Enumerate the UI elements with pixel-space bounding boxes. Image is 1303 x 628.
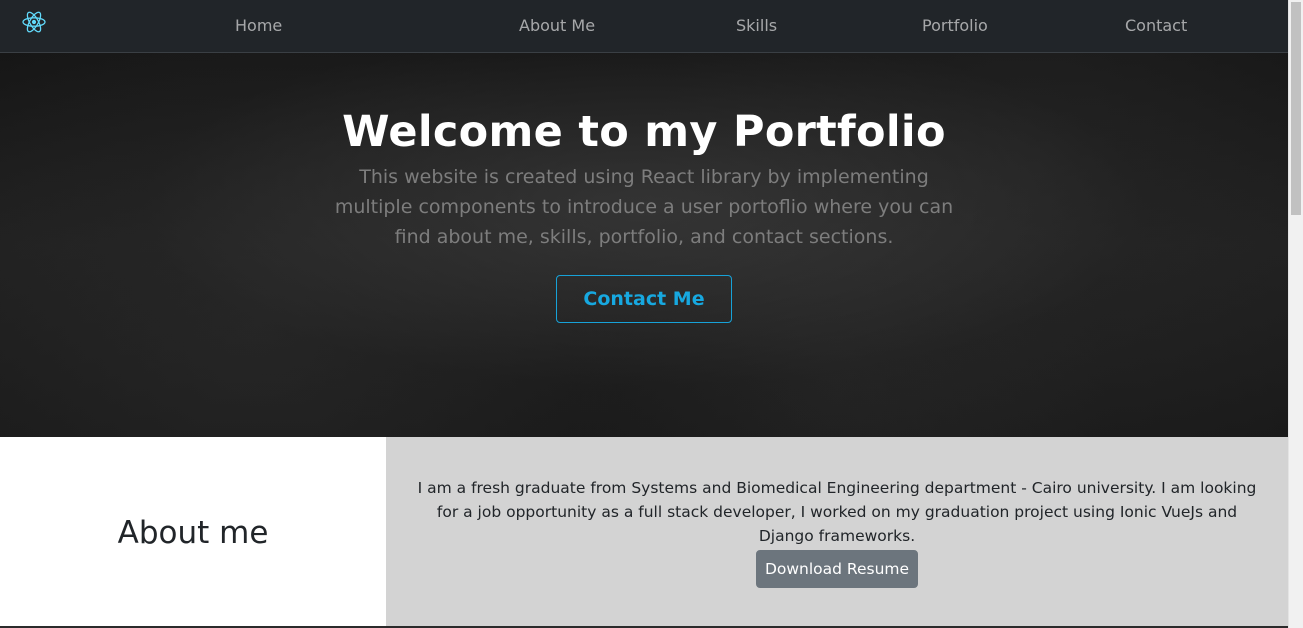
nav-link-skills[interactable]: Skills	[736, 16, 777, 36]
react-atom-icon[interactable]	[20, 8, 48, 36]
vertical-scrollbar[interactable]	[1288, 0, 1303, 628]
hero-description: This website is created using React libr…	[334, 166, 954, 248]
hero-section: Welcome to my Portfolio This website is …	[0, 53, 1288, 437]
about-title: About me	[117, 515, 269, 551]
nav-link-contact[interactable]: Contact	[1125, 16, 1187, 36]
nav-link-about-me[interactable]: About Me	[519, 16, 595, 36]
browser-viewport: Home About Me Skills Portfolio Contact W…	[0, 0, 1303, 628]
hero-title: Welcome to my Portfolio	[342, 107, 946, 157]
about-content-panel: I am a fresh graduate from Systems and B…	[386, 437, 1288, 628]
about-heading-panel: About me	[0, 437, 386, 628]
page-content: Home About Me Skills Portfolio Contact W…	[0, 0, 1288, 628]
scrollbar-thumb[interactable]	[1291, 2, 1301, 215]
contact-me-button[interactable]: Contact Me	[556, 275, 732, 323]
about-text: I am a fresh graduate from Systems and B…	[417, 479, 1257, 545]
download-resume-button[interactable]: Download Resume	[756, 550, 918, 588]
nav-link-home[interactable]: Home	[235, 16, 282, 36]
nav-link-portfolio[interactable]: Portfolio	[922, 16, 988, 36]
navbar: Home About Me Skills Portfolio Contact	[0, 0, 1288, 53]
